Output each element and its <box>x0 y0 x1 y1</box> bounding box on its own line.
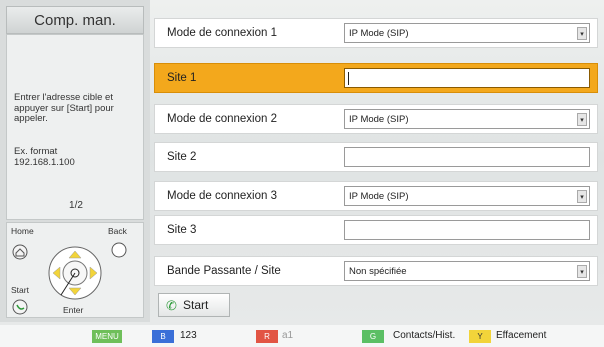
site-3-label: Site 3 <box>167 224 197 236</box>
connection-mode-3-label: Mode de connexion 3 <box>167 190 277 202</box>
yellow-key-text: Effacement <box>496 330 547 341</box>
connection-mode-1-label: Mode de connexion 1 <box>167 27 277 39</box>
instruction-text: Entrer l'adresse cible et appuyer sur [S… <box>14 92 114 124</box>
bottom-key-bar: MENU B 123 R a1 G Contacts/Hist. Y Effac… <box>0 325 604 347</box>
site-1-input[interactable] <box>344 68 590 88</box>
page-title: Comp. man. <box>6 6 144 34</box>
connection-mode-3-select[interactable]: IP Mode (SIP) ▾ <box>344 186 590 206</box>
site-2-label: Site 2 <box>167 151 197 163</box>
text-caret <box>348 72 349 85</box>
connection-mode-3-row: Mode de connexion 3 IP Mode (SIP) ▾ <box>154 181 598 211</box>
bandwidth-select[interactable]: Non spécifiée ▾ <box>344 261 590 281</box>
start-button-label: Start <box>183 298 209 312</box>
format-example: Ex. format 192.168.1.100 <box>14 146 140 168</box>
home-icon <box>12 244 28 260</box>
green-key[interactable]: G <box>362 330 384 343</box>
phone-handset-icon: ✆ <box>166 298 177 313</box>
site-1-label: Site 1 <box>167 72 197 84</box>
connection-mode-2-label: Mode de connexion 2 <box>167 113 277 125</box>
bandwidth-row: Bande Passante / Site Non spécifiée ▾ <box>154 256 598 286</box>
remote-control-guide: Home Back Start Enter <box>6 222 144 318</box>
page-indicator: 1/2 <box>69 200 83 211</box>
left-panel: Comp. man. Entrer l'adresse cible et app… <box>0 0 150 322</box>
bandwidth-label: Bande Passante / Site <box>167 265 281 277</box>
bandwidth-value: Non spécifiée <box>349 265 407 277</box>
site-2-input[interactable] <box>344 147 590 167</box>
format-value: 192.168.1.100 <box>14 156 75 168</box>
connection-mode-1-value: IP Mode (SIP) <box>349 27 409 39</box>
dropdown-arrow-icon: ▾ <box>577 265 587 278</box>
connection-mode-1-select[interactable]: IP Mode (SIP) ▾ <box>344 23 590 43</box>
connection-mode-3-value: IP Mode (SIP) <box>349 190 409 202</box>
red-key[interactable]: R <box>256 330 278 343</box>
site-2-row: Site 2 <box>154 142 598 172</box>
red-key-text: a1 <box>282 330 294 341</box>
menu-key[interactable]: MENU <box>92 330 122 343</box>
navigation-pad-icon <box>48 246 102 300</box>
dropdown-arrow-icon: ▾ <box>577 113 587 126</box>
dropdown-arrow-icon: ▾ <box>577 190 587 203</box>
site-1-row: Site 1 <box>154 63 598 93</box>
connection-mode-2-select[interactable]: IP Mode (SIP) ▾ <box>344 109 590 129</box>
back-icon <box>111 242 127 258</box>
format-label: Ex. format <box>14 146 58 157</box>
start-button[interactable]: ✆ Start <box>158 293 230 317</box>
start-call-icon <box>12 299 28 315</box>
connection-mode-2-row: Mode de connexion 2 IP Mode (SIP) ▾ <box>154 104 598 134</box>
info-box: Entrer l'adresse cible et appuyer sur [S… <box>6 34 144 220</box>
site-3-row: Site 3 <box>154 215 598 245</box>
connection-mode-2-value: IP Mode (SIP) <box>349 113 409 125</box>
remote-diagram <box>12 242 127 315</box>
dropdown-arrow-icon: ▾ <box>577 27 587 40</box>
yellow-key[interactable]: Y <box>469 330 491 343</box>
connection-mode-1-row: Mode de connexion 1 IP Mode (SIP) ▾ <box>154 18 598 48</box>
site-3-input[interactable] <box>344 220 590 240</box>
manual-dial-form: Mode de connexion 1 IP Mode (SIP) ▾ Site… <box>154 10 602 322</box>
green-key-text: Contacts/Hist. <box>393 330 456 341</box>
blue-key[interactable]: B <box>152 330 174 343</box>
blue-key-text: 123 <box>180 330 197 341</box>
